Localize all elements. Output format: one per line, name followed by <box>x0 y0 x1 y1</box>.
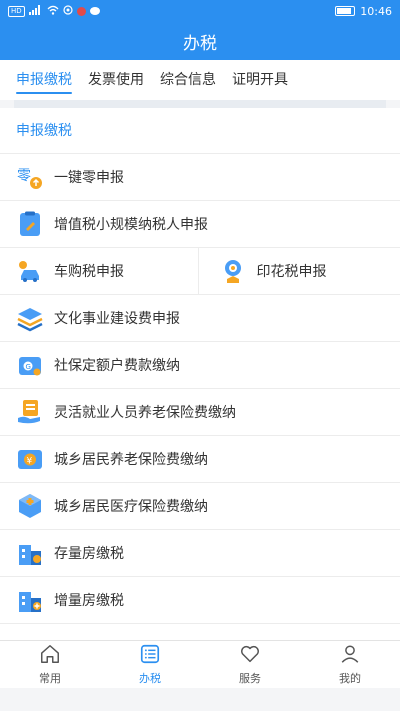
layers-icon <box>16 304 44 332</box>
wallet-icon: G <box>16 351 44 379</box>
tab-invoice[interactable]: 发票使用 <box>88 60 144 100</box>
section-title: 申报缴税 <box>0 108 400 154</box>
list-item-existing-house[interactable]: 存量房缴税 <box>0 530 400 577</box>
page-header: 办税 <box>0 22 400 60</box>
list-item-rural-pension[interactable]: ¥ 城乡居民养老保险费缴纳 <box>0 436 400 483</box>
wifi-icon <box>47 5 59 18</box>
car-icon <box>16 257 44 285</box>
list-item-label: 一键零申报 <box>54 170 124 186</box>
status-bar: HD 10:46 <box>0 0 400 22</box>
list-item-label: 增值税小规模纳税人申报 <box>54 217 208 233</box>
svg-text:零: 零 <box>17 168 31 184</box>
nav-label: 服务 <box>239 672 261 685</box>
list-item-new-house[interactable]: 增量房缴税 <box>0 577 400 624</box>
divider-strip <box>14 100 386 108</box>
hd-indicator: HD <box>8 5 25 17</box>
list-item-label: 城乡居民养老保险费缴纳 <box>54 452 208 468</box>
list-item-label: 车购税申报 <box>54 264 124 280</box>
split-row: 车购税申报 印花税申报 <box>0 248 400 295</box>
tab-certificate[interactable]: 证明开具 <box>232 60 288 100</box>
nav-label: 常用 <box>39 672 61 685</box>
medical-box-icon <box>16 492 44 520</box>
service-list: 申报缴税 零 一键零申报 增值税小规模纳税人申报 车购税申报 印花税申报 文化事… <box>0 108 400 640</box>
list-item-culture-fee[interactable]: 文化事业建设费申报 <box>0 295 400 342</box>
bottom-spacer <box>0 688 400 711</box>
list-item-label: 城乡居民医疗保险费缴纳 <box>54 499 208 515</box>
list-item-rural-medical[interactable]: 城乡居民医疗保险费缴纳 <box>0 483 400 530</box>
page-title: 办税 <box>183 33 217 54</box>
battery-icon <box>335 6 356 16</box>
list-item-stamp-tax[interactable]: 印花税申报 <box>197 248 400 294</box>
app-notification-icon <box>63 4 73 18</box>
heart-icon <box>239 643 261 668</box>
red-app-icon <box>76 6 86 16</box>
signal-icon <box>28 4 43 18</box>
nav-label: 办税 <box>139 672 161 685</box>
svg-text:G: G <box>26 363 31 371</box>
nav-label: 我的 <box>339 672 361 685</box>
list-item-label: 印花税申报 <box>256 264 327 280</box>
list-item-label: 增量房缴税 <box>54 593 124 609</box>
yuan-wallet-icon: ¥ <box>16 445 44 473</box>
stamp-icon <box>219 257 247 285</box>
tab-bar: 申报缴税 发票使用 综合信息 证明开具 <box>0 60 400 100</box>
list-item-flexible-pension[interactable]: 灵活就业人员养老保险费缴纳 <box>0 389 400 436</box>
status-time: 10:46 <box>360 4 392 18</box>
zero-report-icon: 零 <box>16 163 44 191</box>
building-icon <box>16 539 44 567</box>
list-item-zero-report[interactable]: 零 一键零申报 <box>0 154 400 201</box>
message-icon <box>89 7 100 15</box>
home-icon <box>39 643 61 668</box>
hand-document-icon <box>16 398 44 426</box>
nav-tax[interactable]: 办税 <box>100 641 200 688</box>
tab-info[interactable]: 综合信息 <box>160 60 216 100</box>
list-item-label: 文化事业建设费申报 <box>54 311 180 327</box>
list-item-label: 社保定额户费款缴纳 <box>54 358 180 374</box>
status-right: 10:46 <box>335 5 392 18</box>
list-icon <box>139 643 161 668</box>
nav-mine[interactable]: 我的 <box>300 641 400 688</box>
clipboard-edit-icon <box>16 210 44 238</box>
user-icon <box>339 643 361 668</box>
nav-service[interactable]: 服务 <box>200 641 300 688</box>
list-item-social-security[interactable]: G 社保定额户费款缴纳 <box>0 342 400 389</box>
tab-declare-pay[interactable]: 申报缴税 <box>16 60 72 100</box>
list-item-label: 灵活就业人员养老保险费缴纳 <box>54 405 236 421</box>
list-item-vehicle-tax[interactable]: 车购税申报 <box>0 248 198 294</box>
list-item-label: 存量房缴税 <box>54 546 124 562</box>
building-plus-icon <box>16 586 44 614</box>
status-left: HD <box>8 4 100 18</box>
nav-common[interactable]: 常用 <box>0 641 100 688</box>
svg-text:¥: ¥ <box>27 457 33 467</box>
list-item-vat-small[interactable]: 增值税小规模纳税人申报 <box>0 201 400 248</box>
bottom-nav: 常用 办税 服务 我的 <box>0 640 400 688</box>
